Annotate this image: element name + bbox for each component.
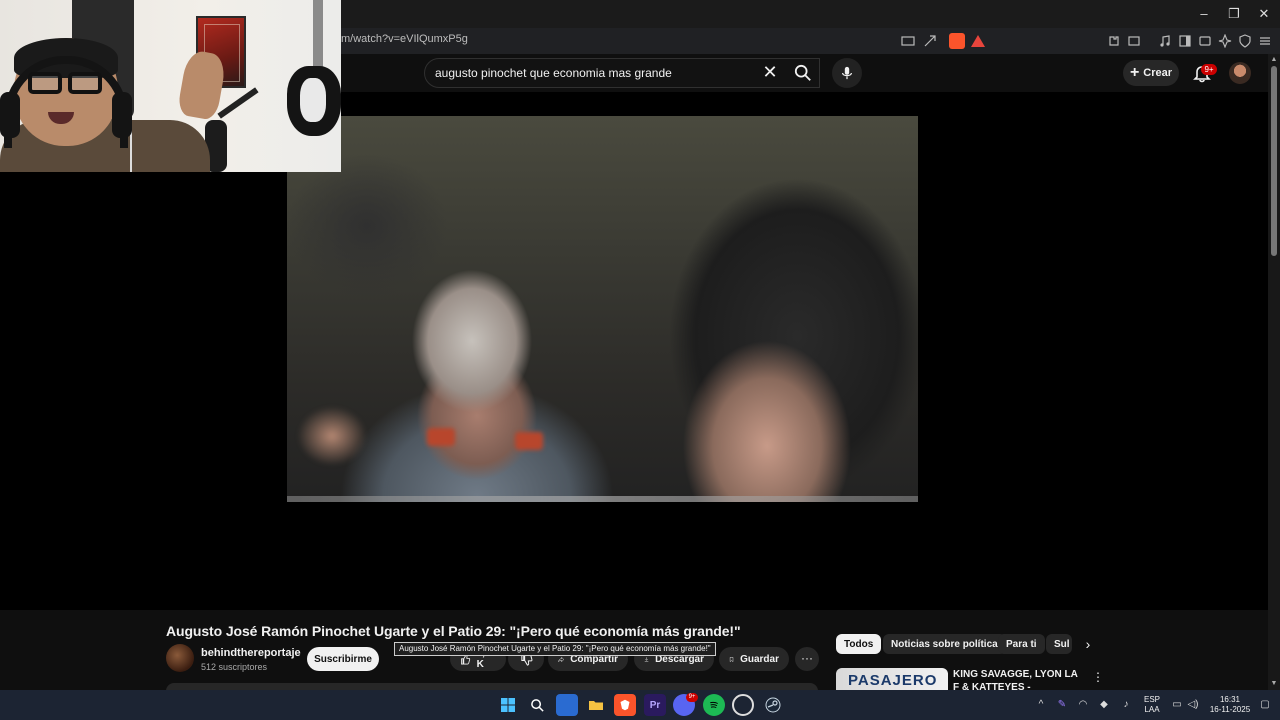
brave-shields-icon[interactable] bbox=[949, 33, 965, 49]
guitar-pickguard bbox=[300, 78, 326, 122]
glasses-lens bbox=[68, 72, 102, 94]
minimize-button[interactable]: – bbox=[1190, 4, 1218, 24]
page-scrollbar[interactable]: ▲ ▼ bbox=[1268, 54, 1280, 690]
layout-label: LAA bbox=[1144, 705, 1160, 714]
scroll-up-arrow[interactable]: ▲ bbox=[1270, 56, 1278, 64]
leo-ai-icon[interactable] bbox=[1216, 32, 1234, 50]
chip-all[interactable]: Todos bbox=[836, 634, 882, 654]
sidebar-icon[interactable] bbox=[1176, 32, 1194, 50]
brave-rewards-icon[interactable] bbox=[970, 33, 986, 49]
video-frame[interactable] bbox=[287, 116, 918, 502]
spotify-icon[interactable] bbox=[703, 694, 725, 716]
chip-political-news[interactable]: Noticias sobre política bbox=[883, 634, 1006, 654]
video-info: Augusto José Ramón Pinochet Ugarte y el … bbox=[0, 610, 1268, 691]
subscribe-button[interactable]: Suscribirme bbox=[307, 647, 379, 671]
vpn-shield-icon[interactable] bbox=[1236, 32, 1254, 50]
video-title: Augusto José Ramón Pinochet Ugarte y el … bbox=[166, 623, 741, 639]
clock[interactable]: 16:31 16-11-2025 bbox=[1206, 695, 1254, 715]
discord-badge: 9+ bbox=[686, 693, 698, 702]
bookmark-icon bbox=[729, 656, 734, 662]
microphone-icon bbox=[842, 66, 852, 80]
brave-browser-icon[interactable] bbox=[614, 694, 636, 716]
steam-tray-icon[interactable]: ◆ bbox=[1097, 698, 1111, 712]
wallet-icon[interactable] bbox=[1125, 32, 1143, 50]
windows-taskbar: Pr 9+ ^ ✎ ◠ ◆ ♪ ESP LAA ▭ ◁) 16:31 16-11… bbox=[0, 690, 1280, 720]
scroll-down-arrow[interactable]: ▼ bbox=[1270, 680, 1278, 688]
close-window-button[interactable]: ✕ bbox=[1250, 4, 1278, 24]
channel-name[interactable]: behindthereportaje bbox=[201, 647, 301, 659]
account-avatar[interactable] bbox=[1229, 62, 1251, 84]
chip-for-you[interactable]: Para ti bbox=[998, 634, 1045, 654]
volume-icon[interactable]: ◁) bbox=[1186, 698, 1200, 712]
scroll-thumb[interactable] bbox=[1271, 66, 1277, 256]
clock-date: 16-11-2025 bbox=[1209, 705, 1251, 714]
headset-icon[interactable]: ◠ bbox=[1076, 698, 1090, 712]
url-text[interactable]: m/watch?v=eVIlQumxP5g bbox=[341, 33, 468, 45]
create-button[interactable]: + Crear bbox=[1123, 60, 1179, 86]
obs-icon[interactable] bbox=[732, 694, 754, 716]
windows-start-icon[interactable] bbox=[497, 694, 519, 716]
clock-time: 16:31 bbox=[1219, 695, 1241, 704]
more-actions-button[interactable]: ··· bbox=[795, 647, 819, 671]
subscriber-count: 512 suscriptores bbox=[201, 662, 268, 672]
video-edge bbox=[287, 496, 918, 502]
uniform-detail bbox=[515, 432, 543, 450]
person-hand bbox=[176, 49, 228, 121]
search-button[interactable] bbox=[786, 58, 820, 88]
language-label: ESP bbox=[1143, 695, 1160, 704]
share-page-icon[interactable] bbox=[921, 32, 939, 50]
save-button[interactable]: Guardar bbox=[719, 647, 789, 671]
file-explorer-icon[interactable] bbox=[585, 694, 607, 716]
search-input[interactable]: augusto pinochet que economia mas grande bbox=[435, 66, 672, 80]
create-label: Crear bbox=[1143, 67, 1173, 79]
notifications-center-icon[interactable]: ▢ bbox=[1258, 698, 1272, 712]
uniform-detail bbox=[427, 428, 455, 446]
glasses-lens bbox=[28, 72, 62, 94]
chevron-right-icon[interactable]: › bbox=[1079, 635, 1097, 653]
recommendation-thumbnail[interactable]: PASAJERO bbox=[836, 668, 948, 690]
wallet-card-icon[interactable] bbox=[1196, 32, 1214, 50]
menu-icon[interactable] bbox=[1256, 32, 1274, 50]
kebab-menu-icon[interactable]: ⋮ bbox=[1092, 670, 1104, 684]
voice-search-button[interactable] bbox=[832, 58, 862, 88]
music-icon[interactable] bbox=[1156, 32, 1174, 50]
chip-more[interactable]: Sul bbox=[1046, 634, 1072, 654]
channel-avatar[interactable] bbox=[166, 644, 194, 672]
headphone-cup bbox=[0, 92, 20, 138]
restore-button[interactable]: ❐ bbox=[1220, 4, 1248, 24]
extensions-icon[interactable] bbox=[1105, 32, 1123, 50]
clear-search-icon[interactable]: ✕ bbox=[760, 62, 780, 82]
premiere-pro-icon[interactable]: Pr bbox=[644, 694, 666, 716]
save-label: Guardar bbox=[740, 653, 779, 665]
cast-icon[interactable] bbox=[899, 32, 917, 50]
headphone-cup bbox=[112, 92, 132, 138]
thumbnail-text: PASAJERO bbox=[848, 672, 938, 689]
recommendation-title[interactable]: KING SAVAGGE, LYON LA F & KATTEYES - PAS… bbox=[953, 668, 1083, 690]
title-tooltip: Augusto José Ramón Pinochet Ugarte y el … bbox=[394, 642, 716, 656]
network-icon[interactable]: ▭ bbox=[1170, 698, 1184, 712]
microphone-tray-icon[interactable]: ♪ bbox=[1119, 698, 1133, 712]
widgets-icon[interactable] bbox=[556, 694, 578, 716]
taskbar-search-icon[interactable] bbox=[526, 694, 548, 716]
webcam-overlay bbox=[0, 0, 341, 172]
notifications-badge: 9+ bbox=[1201, 64, 1217, 75]
feather-icon[interactable]: ✎ bbox=[1055, 698, 1069, 712]
video-figure bbox=[297, 406, 367, 466]
steam-icon[interactable] bbox=[762, 694, 784, 716]
input-language[interactable]: ESP LAA bbox=[1140, 695, 1164, 715]
search-icon bbox=[794, 64, 811, 81]
glasses bbox=[28, 72, 104, 96]
chevron-up-icon[interactable]: ^ bbox=[1034, 698, 1048, 712]
mic-arm bbox=[217, 87, 259, 119]
plus-icon: + bbox=[1129, 64, 1140, 81]
